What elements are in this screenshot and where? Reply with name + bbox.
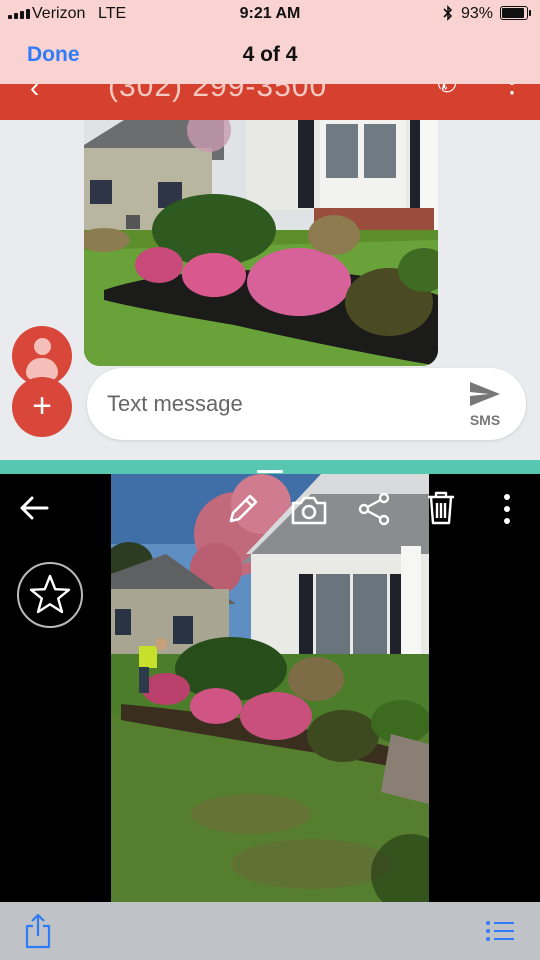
photo-viewer — [0, 474, 540, 902]
message-thread: + SMS — [0, 120, 540, 460]
phone-icon[interactable]: ✆ — [437, 84, 457, 99]
share-icon[interactable] — [357, 492, 391, 531]
landscaping-photo-2 — [111, 474, 429, 902]
more-vertical-icon[interactable] — [498, 492, 516, 531]
battery-icon — [500, 6, 528, 20]
send-sms-button[interactable]: SMS — [457, 378, 513, 430]
pencil-icon[interactable] — [226, 492, 260, 531]
landscaping-photo-1 — [84, 120, 438, 366]
send-sms-label: SMS — [469, 412, 501, 428]
text-message-input[interactable] — [107, 384, 437, 424]
person-icon-head — [34, 338, 51, 355]
ios-bottom-toolbar — [0, 902, 540, 960]
trash-icon[interactable] — [425, 490, 457, 531]
bluetooth-icon — [443, 5, 453, 25]
more-vertical-icon[interactable]: ⋮ — [498, 84, 526, 99]
status-time: 9:21 AM — [239, 5, 301, 22]
favorite-button[interactable] — [17, 562, 83, 628]
list-icon[interactable] — [485, 920, 515, 947]
page-counter: 4 of 4 — [242, 43, 298, 66]
mms-image-attachment[interactable] — [84, 120, 438, 366]
messaging-app-bar: ‹ (302) 299-3500 ✆ ⋮ — [0, 84, 540, 120]
ios-navigation-header: Verizon LTE 9:21 AM 93% Done 4 of 4 — [0, 0, 540, 84]
battery-tip — [529, 10, 531, 16]
gallery-image[interactable] — [111, 474, 429, 902]
send-icon — [470, 382, 500, 406]
camera-icon[interactable] — [290, 494, 328, 531]
battery-percent: 93% — [461, 5, 494, 22]
contact-phone-number: (302) 299-3500 — [108, 84, 328, 103]
battery-level-fill — [502, 8, 525, 18]
back-arrow-icon[interactable] — [18, 494, 50, 527]
star-icon — [29, 574, 71, 614]
plus-icon: + — [32, 387, 52, 425]
add-attachment-button[interactable]: + — [12, 377, 72, 437]
drag-handle-grip — [257, 470, 283, 473]
compose-bar: SMS — [87, 368, 526, 440]
status-bar: Verizon LTE 9:21 AM 93% — [0, 0, 540, 30]
share-icon[interactable] — [24, 912, 52, 955]
back-arrow-icon[interactable]: ‹ — [30, 84, 39, 104]
